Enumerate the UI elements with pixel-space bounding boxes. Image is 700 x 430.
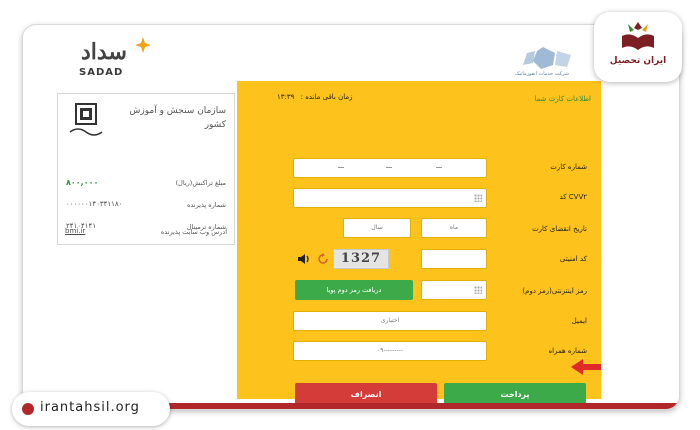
receipt-label: مبلغ تراکنش(ریال) (175, 179, 226, 187)
sadad-logo-persian: سداد (81, 39, 128, 65)
cvv2-label: کد CVV۲ (559, 193, 587, 201)
receipt-row-website: آدرس وب سایت پذیرنده bmi.ir (65, 225, 227, 239)
card-number-label: شماره کارت (550, 163, 587, 171)
arrow-left-icon (571, 359, 601, 375)
organization-name: سازمان سنجش و آموزش کشور (129, 106, 226, 130)
organization-seal-icon (69, 103, 103, 136)
expiry-year-input[interactable]: سال (343, 218, 411, 238)
get-dynamic-pin-button[interactable]: دریافت رمز دوم پویا (295, 280, 413, 300)
merchant-receipt: سازمان سنجش و آموزش کشور مبلغ تراکنش(ریا… (57, 93, 235, 245)
site-url: irantahsil.org (40, 400, 140, 415)
timer: زمان باقی مانده : ۱۳:۳۹ (277, 93, 353, 101)
card-form-panel: اطلاعات کارت شما زمان باقی مانده : ۱۳:۳۹… (237, 81, 601, 407)
site-badge: irantahsil.org (12, 392, 170, 426)
card-segment-divider (338, 167, 344, 168)
form-title: اطلاعات کارت شما (534, 95, 591, 103)
refresh-icon[interactable] (317, 253, 329, 265)
sadad-logo-latin: SADAD (79, 67, 124, 78)
captcha-input[interactable] (421, 249, 487, 269)
receipt-value: ۰۰۰۰۰۰۱۴۰۳۴۱۱۸۰ (66, 200, 123, 208)
email-input[interactable]: اختیاری (293, 311, 487, 331)
mobile-label: شماره همراه (548, 347, 587, 355)
timer-label: زمان باقی مانده : (300, 93, 353, 101)
expiry-label: تاریخ انقضای کارت (532, 225, 587, 233)
receipt-website-link[interactable]: bmi.ir (65, 227, 85, 235)
email-label: ایمیل (571, 317, 587, 325)
timer-value: ۱۳:۳۹ (277, 93, 295, 101)
bank-logo: شرکت خدمات انفورماتیک (497, 45, 587, 85)
audio-captcha-icon[interactable] (297, 252, 311, 266)
bank-caption: شرکت خدمات انفورماتیک (515, 71, 569, 77)
cvv2-input[interactable] (293, 188, 487, 208)
card-number-input[interactable] (293, 158, 487, 178)
receipt-value: ۸۰۰,۰۰۰ (66, 178, 99, 187)
brand-name: ایران تحصیل (609, 56, 667, 66)
mobile-input[interactable]: ۰۹--------- (293, 341, 487, 361)
keypad-icon[interactable] (474, 286, 482, 294)
receipt-label: آدرس وب سایت پذیرنده (160, 228, 227, 236)
receipt-row-amount: مبلغ تراکنش(ریال) ۸۰۰,۰۰۰ (66, 176, 226, 190)
card-segment-divider (386, 167, 392, 168)
receipt-label: شماره پذیرنده (186, 201, 226, 209)
internet-pin-label: رمز اینترنتی(رمز دوم) (522, 287, 587, 295)
card-segment-divider (436, 167, 442, 168)
expiry-month-input[interactable]: ماه (421, 218, 487, 238)
globe-icon (22, 403, 34, 415)
captcha-image: 1327 (333, 249, 389, 269)
sadad-star-icon (135, 37, 151, 53)
receipt-row-merchant: شماره پذیرنده ۰۰۰۰۰۰۱۴۰۳۴۱۱۸۰ (66, 198, 226, 212)
captcha-label: کد امنیتی (559, 255, 587, 263)
keypad-icon[interactable] (474, 194, 482, 202)
book-logo-icon (622, 22, 654, 50)
internet-pin-input[interactable] (421, 280, 487, 300)
brand-badge: ایران تحصیل (594, 12, 682, 82)
sadad-logo: سداد SADAD (73, 37, 153, 83)
bank-emblem-icon (523, 47, 571, 69)
payment-window: سداد SADAD شرکت خدمات انفورماتیک سازمان … (22, 24, 680, 410)
